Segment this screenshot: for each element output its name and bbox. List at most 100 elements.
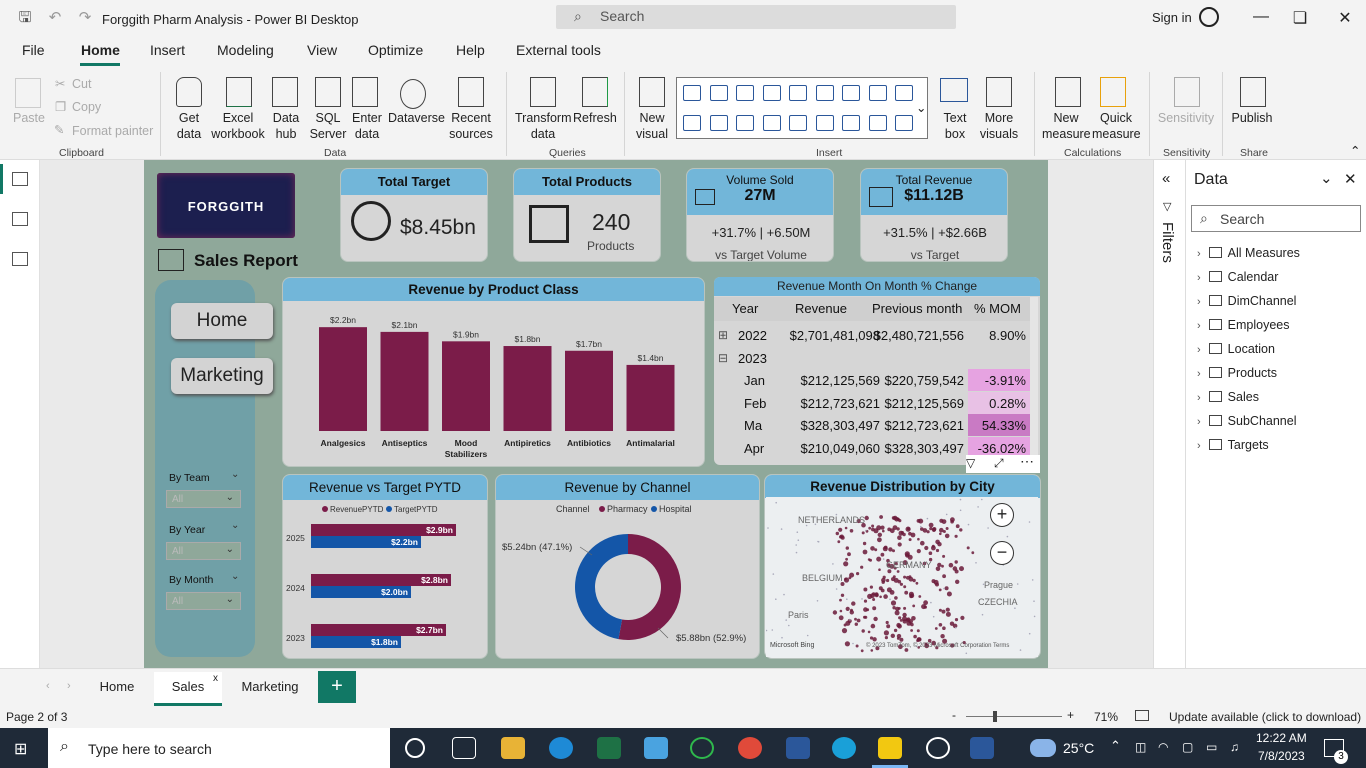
add-page-button[interactable]: + <box>318 671 356 703</box>
mom-matrix-visual[interactable]: Revenue Month On Month % Change Year Rev… <box>714 277 1040 465</box>
clock-time[interactable]: 12:22 AM <box>1256 731 1307 745</box>
save-icon[interactable]: 🖫 <box>16 9 34 27</box>
expand-filters-icon[interactable]: « <box>1162 170 1170 187</box>
table-view-icon[interactable] <box>12 212 28 226</box>
data-table-item[interactable]: › Calendar <box>1197 270 1278 284</box>
visual-type-icon[interactable] <box>683 115 701 131</box>
battery-icon[interactable]: ▭ <box>1206 740 1217 754</box>
visual-type-icon[interactable] <box>868 115 887 131</box>
page-tab-home[interactable]: Home <box>86 672 148 706</box>
zoom-slider[interactable] <box>966 716 1062 717</box>
app-icon[interactable] <box>832 737 856 759</box>
data-table-item[interactable]: › Location <box>1197 342 1275 356</box>
undo-icon[interactable]: ↶ <box>46 9 64 27</box>
title-search-box[interactable]: ⌕ Search <box>556 5 956 29</box>
more-visuals-button[interactable]: More visuals <box>974 110 1024 142</box>
redo-icon[interactable]: ↷ <box>76 9 94 27</box>
prev-page-icon[interactable]: ‹ <box>46 680 50 692</box>
report-view-icon[interactable] <box>12 172 28 186</box>
chevron-right-icon[interactable]: › <box>1197 392 1201 404</box>
gallery-expand-icon[interactable]: ⌄ <box>916 100 926 116</box>
revenue-by-product-class-visual[interactable]: Revenue by Product Class $2.2bn Analgesic… <box>282 277 705 467</box>
home-nav-button[interactable]: Home <box>171 303 273 339</box>
zoom-level[interactable]: 71% <box>1094 710 1118 724</box>
update-link[interactable]: Update available (click to download) <box>1169 710 1361 724</box>
sign-in-link[interactable]: Sign in <box>1152 10 1192 25</box>
new-measure-button[interactable]: New measure <box>1042 110 1091 142</box>
task-view-icon[interactable] <box>452 737 476 759</box>
filter-icon[interactable]: ▽ <box>966 456 975 470</box>
col-mom[interactable]: % MOM <box>974 301 1021 316</box>
file-explorer-icon[interactable] <box>501 737 525 759</box>
visual-type-icon[interactable] <box>868 85 887 101</box>
visual-type-icon[interactable] <box>789 85 807 101</box>
data-table-item[interactable]: › SubChannel <box>1197 414 1296 428</box>
visual-type-icon[interactable] <box>842 115 860 131</box>
visual-type-icon[interactable] <box>895 85 913 101</box>
revenue-by-channel-visual[interactable]: Revenue by Channel Channel Pharmacy Hospit… <box>495 474 760 659</box>
visual-gallery[interactable] <box>676 77 928 139</box>
visual-type-icon[interactable] <box>842 85 860 101</box>
slicer-team[interactable]: All ⌄ <box>166 490 241 508</box>
more-options-icon[interactable]: ⋯ <box>1020 453 1034 470</box>
chevron-down-icon[interactable]: ⌄ <box>231 469 239 480</box>
focus-mode-icon[interactable]: ⤢ <box>994 456 1004 471</box>
dataverse-button[interactable]: Dataverse <box>388 110 445 126</box>
menu-view[interactable]: View <box>307 42 337 58</box>
data-table-item[interactable]: › All Measures <box>1197 246 1300 260</box>
chevron-right-icon[interactable]: › <box>1197 320 1201 332</box>
zoom-slider-thumb[interactable] <box>993 711 997 722</box>
chevron-right-icon[interactable]: › <box>1197 368 1201 380</box>
refresh-button[interactable]: Refresh <box>573 110 617 126</box>
matrix-row[interactable]: ⊞ 2022 $2,701,481,098 $2,480,721,556 8.90% <box>714 324 1030 346</box>
chevron-down-icon[interactable]: ⌄ <box>1320 169 1333 187</box>
next-page-icon[interactable]: › <box>67 680 71 692</box>
chevron-right-icon[interactable]: › <box>1197 272 1201 284</box>
data-table-item[interactable]: › DimChannel <box>1197 294 1296 308</box>
power-bi-taskbar-icon[interactable] <box>878 737 902 759</box>
avatar-icon[interactable] <box>1199 7 1219 27</box>
visual-type-icon[interactable] <box>895 115 913 131</box>
data-search-input[interactable]: ⌕ Search <box>1191 205 1361 232</box>
wifi-icon[interactable]: ◠ <box>1158 740 1168 754</box>
visual-type-icon[interactable] <box>815 85 834 101</box>
taskbar-search[interactable]: ⌕ Type here to search <box>48 728 390 768</box>
visual-type-icon[interactable] <box>789 115 807 131</box>
expand-collapse-icon[interactable]: ⊟ <box>718 351 728 365</box>
close-tab-icon[interactable]: x <box>213 664 218 694</box>
chevron-down-icon[interactable]: ⌄ <box>231 571 239 582</box>
fit-to-page-icon[interactable] <box>1135 710 1149 721</box>
close-icon[interactable]: ✕ <box>1335 8 1355 28</box>
matrix-scrollbar[interactable] <box>1030 297 1038 457</box>
slicer-month[interactable]: All ⌄ <box>166 592 241 610</box>
revenue-vs-target-pytd-visual[interactable]: Revenue vs Target PYTD RevenuePYTD Target… <box>282 474 488 659</box>
matrix-row[interactable]: Jan $212,125,569 $220,759,542 -3.91% <box>714 369 1030 391</box>
enter-data-button[interactable]: Enter data <box>350 110 384 142</box>
filters-label[interactable]: Filters <box>1159 222 1176 263</box>
chevron-down-icon[interactable]: ⌄ <box>231 520 239 531</box>
chevron-right-icon[interactable]: › <box>1197 344 1201 356</box>
excel-taskbar-icon[interactable] <box>597 737 621 759</box>
app-icon[interactable] <box>926 737 950 759</box>
zoom-in-icon[interactable]: + <box>990 503 1014 527</box>
matrix-row[interactable]: Feb $212,723,621 $212,125,569 0.28% <box>714 391 1030 414</box>
menu-file[interactable]: File <box>22 42 45 58</box>
menu-modeling[interactable]: Modeling <box>217 42 274 58</box>
sql-server-button[interactable]: SQL Server <box>308 110 348 142</box>
menu-optimize[interactable]: Optimize <box>368 42 423 58</box>
recent-sources-button[interactable]: Recent sources <box>444 110 498 142</box>
volume-icon[interactable]: ▢ <box>1182 740 1193 754</box>
windows-start-icon[interactable]: ⊞ <box>14 739 32 758</box>
close-icon[interactable]: ✕ <box>1344 170 1357 188</box>
publish-button[interactable]: Publish <box>1230 110 1274 126</box>
data-table-item[interactable]: › Products <box>1197 366 1277 380</box>
word-icon[interactable] <box>970 737 994 759</box>
weather-temp[interactable]: 25°C <box>1063 740 1094 756</box>
chevron-right-icon[interactable]: › <box>1197 440 1201 452</box>
edge-icon[interactable] <box>549 737 573 759</box>
visual-type-icon[interactable] <box>815 115 834 131</box>
new-visual-button[interactable]: New visual <box>636 110 668 142</box>
network-icon[interactable]: ◫ <box>1135 740 1146 754</box>
menu-external-tools[interactable]: External tools <box>516 42 601 58</box>
minimize-icon[interactable]: — <box>1251 8 1271 26</box>
